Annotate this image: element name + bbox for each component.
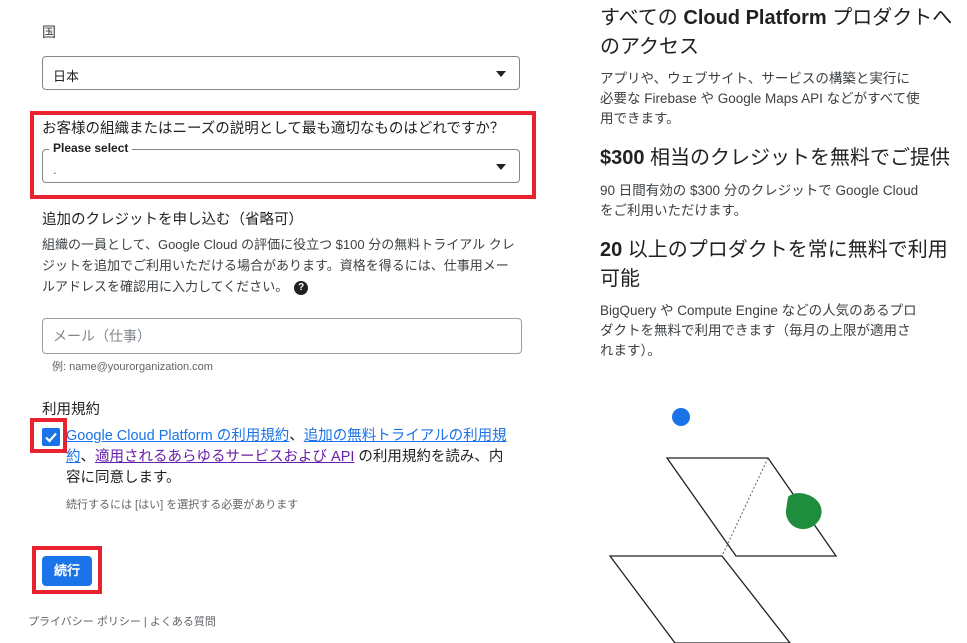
heading-text: のアクセス	[600, 36, 699, 58]
desc-line: れます）。	[600, 343, 661, 358]
desc-line: 90 日間有効の $300 分のクレジットで Google Cloud	[600, 183, 919, 198]
heading-text: すべての	[600, 7, 678, 29]
desc-always-free: BigQuery や Compute Engine などの人気のあるプロ ダクト…	[600, 301, 960, 361]
terms-line: 容に同意します。	[66, 470, 181, 486]
heading-bold: 20	[600, 239, 623, 261]
terms-label: 利用規約	[42, 402, 100, 418]
decorative-illustration	[608, 408, 838, 643]
desc-credit: 90 日間有効の $300 分のクレジットで Google Cloud をご利用…	[600, 181, 960, 221]
org-question-label: お客様の組織またはニーズの説明として最も適切なものはどれですか？	[42, 121, 505, 137]
gcp-terms-link[interactable]: Google Cloud Platform の利用規約	[66, 428, 289, 444]
credit-desc-line: ルアドレスを確認用に入力してください。?	[42, 276, 532, 297]
footer: プライバシー ポリシー | よくある質問	[28, 613, 216, 629]
faq-link[interactable]: よくある質問	[150, 616, 216, 628]
heading-credit: $300 相当のクレジットを無料でご提供	[600, 144, 960, 173]
dropdown-arrow-icon	[496, 164, 506, 170]
terms-line: 約、適用されるあらゆるサービスおよび API の利用規約を読み、内	[66, 447, 528, 468]
heading-bold: $300	[600, 147, 645, 169]
continue-button[interactable]: 続行	[42, 556, 92, 586]
free-trial-terms-link[interactable]: 追加の無料トライアルの利用規	[304, 428, 507, 444]
checkmark-icon	[45, 432, 57, 443]
desc-all-products: アプリや、ウェブサイト、サービスの構築と実行に 必要な Firebase や G…	[600, 69, 960, 129]
heading-text: 可能	[600, 268, 640, 290]
heading-bold: Cloud Platform	[677, 7, 827, 29]
org-select-value: .	[53, 162, 57, 177]
footer-separator: |	[140, 616, 150, 628]
service-terms-link[interactable]: 適用されるあらゆるサービスおよび API	[95, 449, 354, 465]
desc-line: ダクトを無料で利用できます（毎月の上限が適用さ	[600, 323, 911, 338]
org-type-select[interactable]: Please select .	[42, 141, 520, 183]
heading-always-free: 20 以上のプロダクトを常に無料で利用 可能	[600, 236, 960, 294]
heading-all-products: すべての Cloud Platform プロダクトへ のアクセス	[600, 4, 960, 62]
email-hint: 例: name@yourorganization.com	[52, 361, 213, 373]
blue-dot-icon	[672, 408, 690, 426]
free-trial-terms-link-cont[interactable]: 約	[66, 449, 81, 465]
terms-line: Google Cloud Platform の利用規約、追加の無料トライアルの利…	[66, 426, 528, 447]
terms-separator: 、	[80, 449, 96, 465]
parallelogram-lower	[608, 555, 791, 643]
green-blob-icon	[785, 493, 822, 530]
heading-text: 相当のクレジットを無料でご提供	[644, 147, 951, 169]
terms-hint: 続行するには [はい] を選択する必要があります	[66, 499, 299, 511]
country-select-value: 日本	[53, 69, 80, 84]
work-email-input[interactable]	[43, 319, 521, 353]
desc-line: 用できます。	[600, 111, 680, 126]
work-email-field[interactable]	[42, 318, 522, 354]
org-select-floating-label: Please select	[49, 141, 133, 155]
desc-line: BigQuery や Compute Engine などの人気のあるプロ	[600, 303, 917, 318]
country-label: 国	[42, 24, 56, 40]
desc-line: をご利用いただけます。	[600, 203, 748, 218]
credit-desc-line: ジットを追加でご利用いただける場合があります。資格を得るには、仕事用メー	[42, 258, 509, 273]
country-select[interactable]: 日本	[42, 56, 520, 90]
dotted-line	[721, 457, 769, 557]
credit-desc-line: 組織の一員として、Google Cloud の評価に役立つ $100 分の無料ト…	[42, 237, 515, 252]
credit-desc-text: ルアドレスを確認用に入力してください。	[42, 279, 289, 294]
heading-text: プロダクトへ	[826, 7, 953, 29]
help-icon[interactable]: ?	[294, 280, 309, 295]
desc-line: 必要な Firebase や Google Maps API などがすべて使	[600, 91, 920, 106]
credit-title: 追加のクレジットを申し込む（省略可）	[42, 212, 303, 228]
terms-separator: 、	[289, 428, 304, 444]
dropdown-arrow-icon	[496, 71, 506, 77]
credit-description: 組織の一員として、Google Cloud の評価に役立つ $100 分の無料ト…	[42, 234, 532, 297]
terms-rest-text: の利用規約を読み、内	[354, 449, 504, 465]
heading-text: 以上のプロダクトを常に無料で利用	[622, 239, 948, 261]
privacy-policy-link[interactable]: プライバシー ポリシー	[28, 616, 141, 628]
terms-text: Google Cloud Platform の利用規約、追加の無料トライアルの利…	[66, 426, 528, 489]
terms-checkbox[interactable]	[42, 428, 60, 446]
desc-line: アプリや、ウェブサイト、サービスの構築と実行に	[600, 71, 910, 86]
